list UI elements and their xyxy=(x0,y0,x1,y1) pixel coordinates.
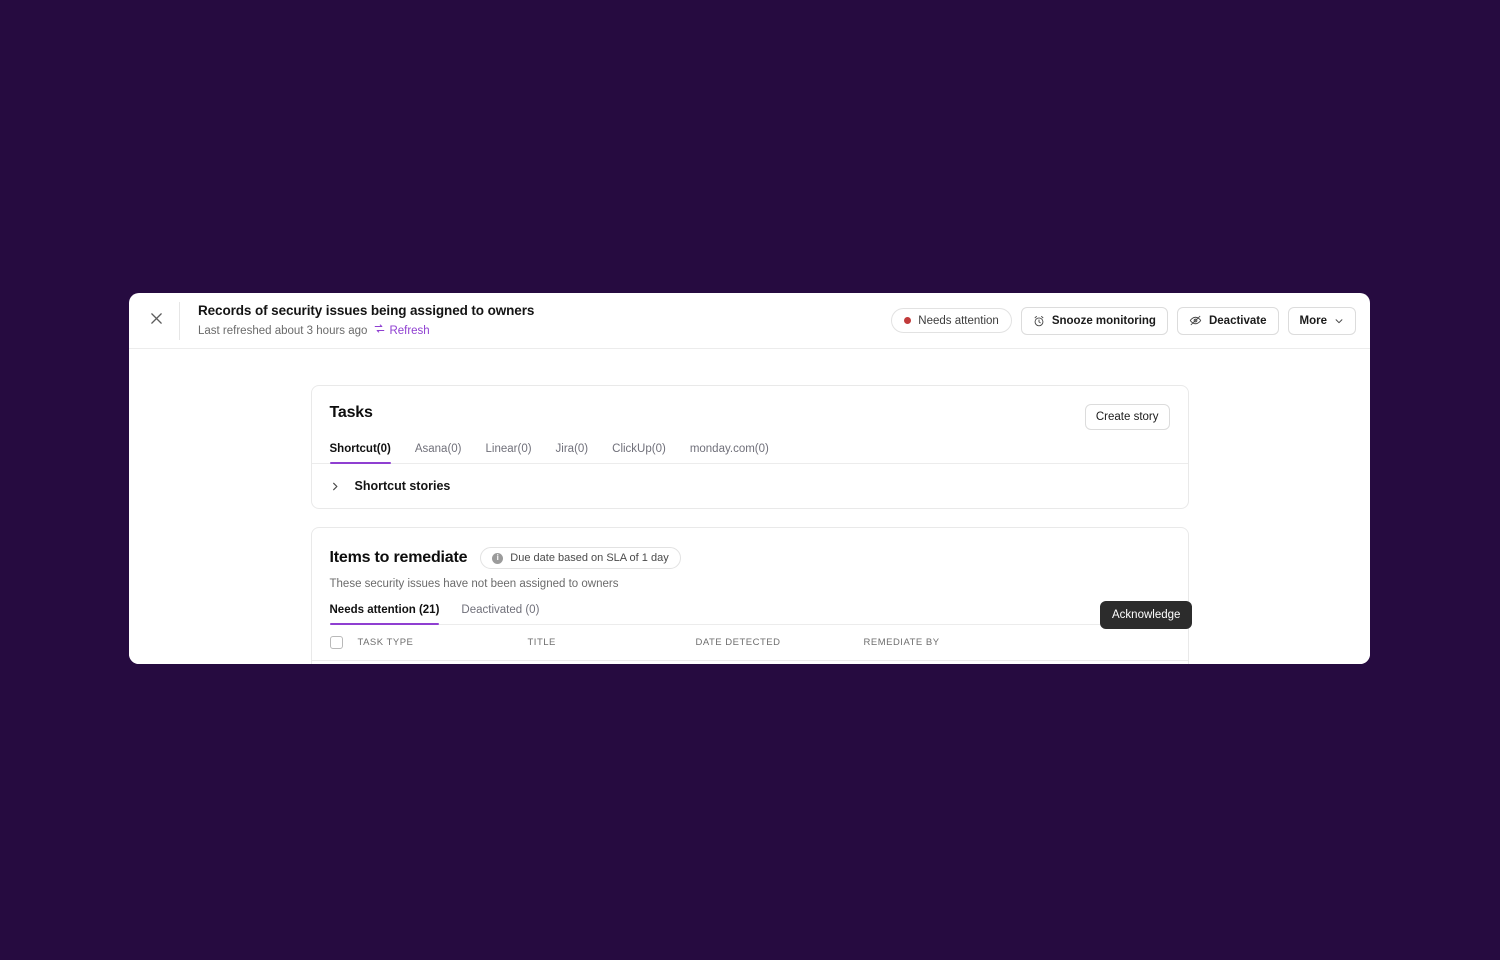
chevron-down-icon xyxy=(1334,316,1344,326)
column-header-actions xyxy=(1073,625,1188,661)
deactivate-button[interactable]: Deactivate xyxy=(1176,306,1279,335)
header-actions: Needs attention Snooze monitoring Deacti… xyxy=(891,306,1356,335)
sla-badge: i Due date based on SLA of 1 day xyxy=(480,547,681,569)
tab-clickup[interactable]: ClickUp(0) xyxy=(612,443,666,463)
remediate-subtitle: These security issues have not been assi… xyxy=(329,578,619,590)
tab-needs-attention[interactable]: Needs attention (21) xyxy=(329,604,439,625)
more-label: More xyxy=(1299,314,1327,327)
select-all-header xyxy=(311,625,358,661)
cell-remediate-by: August 22, 2023 Due 16 days ago xyxy=(863,660,1074,664)
row-select-cell xyxy=(311,660,358,664)
status-badge-label: Needs attention xyxy=(918,314,999,327)
table-body: Asana Task [Vanta] nullPenetration test … xyxy=(311,660,1188,664)
refresh-icon xyxy=(374,323,385,338)
more-button[interactable]: More xyxy=(1287,306,1356,335)
remediate-tabstrip: Needs attention (21) Deactivated (0) xyxy=(329,604,1170,625)
modal-body: Tasks Create story Shortcut(0) Asana(0) … xyxy=(129,349,1370,664)
close-button[interactable] xyxy=(139,304,173,338)
tab-shortcut[interactable]: Shortcut(0) xyxy=(329,443,392,464)
remediate-table: TASK TYPE TITLE DATE DETECTED REMEDIATE … xyxy=(311,625,1188,664)
sla-badge-label: Due date based on SLA of 1 day xyxy=(510,552,669,564)
page-title: Records of security issues being assigne… xyxy=(198,303,535,318)
cell-task-type: Asana Task xyxy=(357,660,528,664)
table-row: Asana Task [Vanta] nullPenetration test … xyxy=(311,660,1188,664)
remediate-title-row: Items to remediate i Due date based on S… xyxy=(330,547,1170,569)
refresh-link[interactable]: Refresh xyxy=(374,323,430,338)
tasks-card: Tasks Create story Shortcut(0) Asana(0) … xyxy=(310,385,1189,509)
cell-title: [Vanta] nullPenetration test report xyxy=(527,660,696,664)
info-icon: i xyxy=(492,552,504,564)
shortcut-stories-label: Shortcut stories xyxy=(354,479,451,493)
create-story-button[interactable]: Create story xyxy=(1084,404,1170,430)
column-header-title: TITLE xyxy=(527,625,696,661)
tab-deactivated[interactable]: Deactivated (0) xyxy=(461,604,539,624)
detail-modal: Records of security issues being assigne… xyxy=(129,293,1370,664)
cell-row-actions xyxy=(1073,660,1188,664)
chevron-right-icon xyxy=(330,481,341,492)
tab-asana[interactable]: Asana(0) xyxy=(415,443,462,463)
deactivate-label: Deactivate xyxy=(1208,314,1267,327)
header-subtitle-row: Last refreshed about 3 hours ago Refresh xyxy=(198,323,891,338)
cell-date-detected: August 21, 2023 xyxy=(695,660,864,664)
tab-jira[interactable]: Jira(0) xyxy=(556,443,589,463)
items-to-remediate-card: Items to remediate i Due date based on S… xyxy=(310,527,1189,664)
header-text-block: Records of security issues being assigne… xyxy=(198,303,891,338)
refresh-label: Refresh xyxy=(389,324,430,337)
tasks-card-header: Tasks Create story xyxy=(312,386,1188,430)
eye-off-icon xyxy=(1189,314,1202,327)
column-header-date-detected: DATE DETECTED xyxy=(695,625,864,661)
snooze-monitoring-label: Snooze monitoring xyxy=(1051,314,1156,327)
column-header-task-type: TASK TYPE xyxy=(357,625,528,661)
select-all-checkbox[interactable] xyxy=(329,636,343,649)
snooze-monitoring-button[interactable]: Snooze monitoring xyxy=(1020,306,1168,335)
modal-header: Records of security issues being assigne… xyxy=(129,293,1370,349)
alarm-clock-icon xyxy=(1033,315,1045,327)
tasks-tabstrip: Shortcut(0) Asana(0) Linear(0) Jira(0) C… xyxy=(311,443,1188,464)
shortcut-stories-expander[interactable]: Shortcut stories xyxy=(312,464,1188,508)
remediate-title: Items to remediate xyxy=(329,549,468,566)
close-icon xyxy=(150,312,163,330)
tab-linear[interactable]: Linear(0) xyxy=(486,443,532,463)
table-head: TASK TYPE TITLE DATE DETECTED REMEDIATE … xyxy=(311,625,1188,661)
status-dot-icon xyxy=(904,317,912,324)
remediate-card-header: Items to remediate i Due date based on S… xyxy=(312,528,1188,625)
tasks-title: Tasks xyxy=(329,404,373,421)
last-refreshed-label: Last refreshed about 3 hours ago xyxy=(198,324,368,337)
header-divider xyxy=(179,301,180,340)
column-header-remediate-by: REMEDIATE BY xyxy=(863,625,1074,661)
table-header-row: TASK TYPE TITLE DATE DETECTED REMEDIATE … xyxy=(311,625,1188,661)
status-badge: Needs attention xyxy=(891,308,1012,333)
tab-monday[interactable]: monday.com(0) xyxy=(690,443,769,463)
